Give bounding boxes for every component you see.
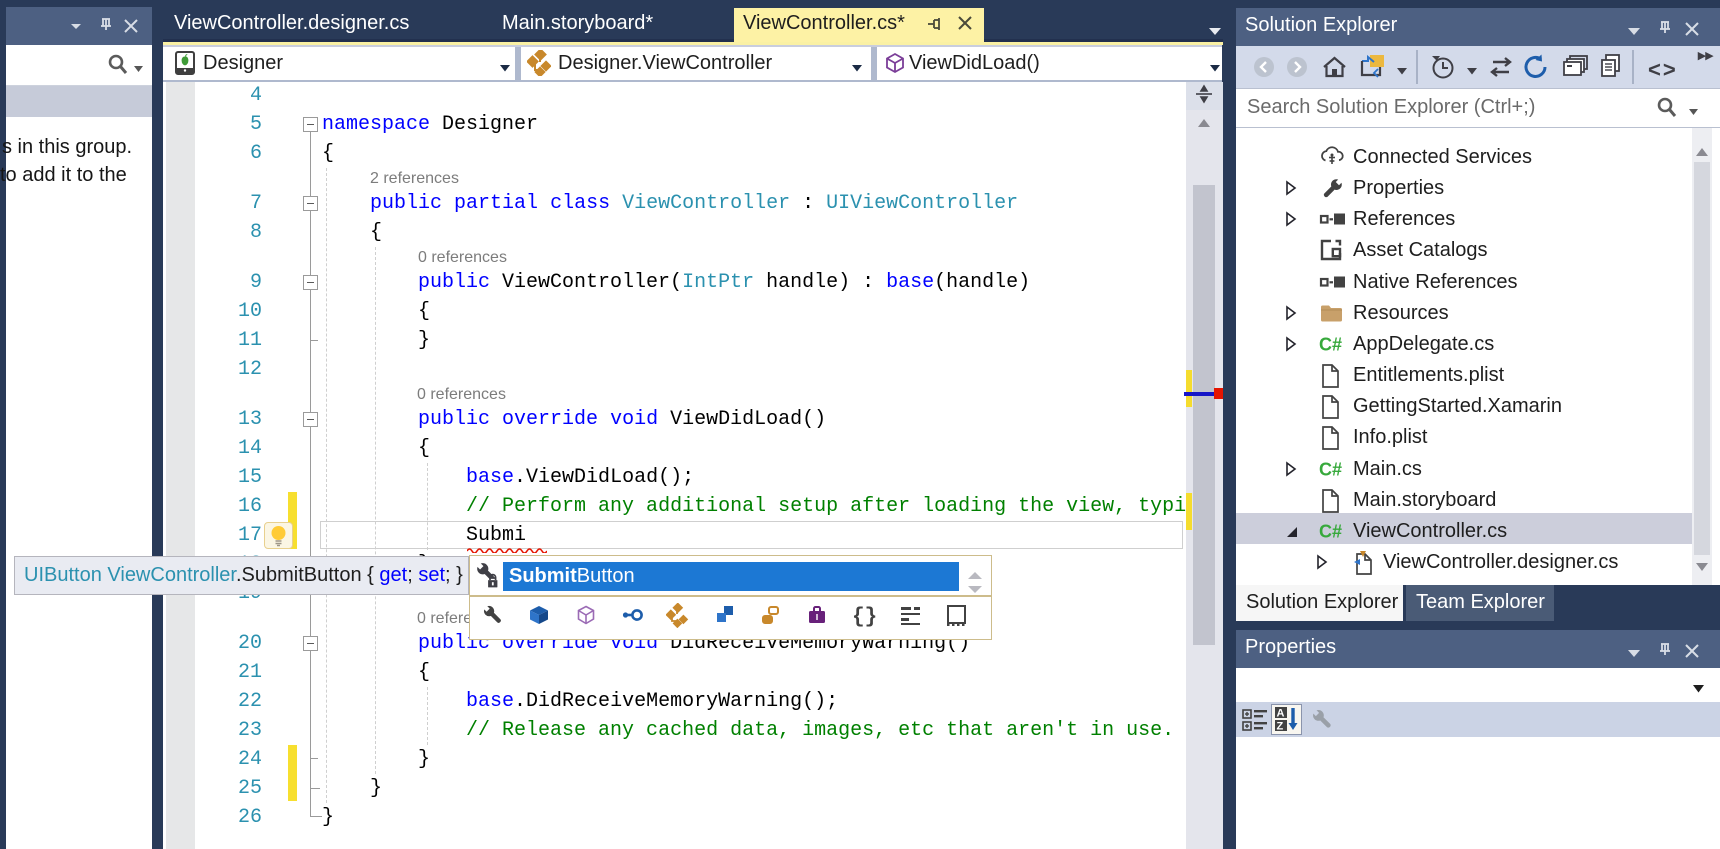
- svg-text:C#: C#: [1319, 459, 1342, 479]
- svg-text:A: A: [1277, 708, 1285, 720]
- svg-text:C#: C#: [1319, 521, 1342, 541]
- svg-text:Z: Z: [1277, 721, 1284, 733]
- svg-text:C#: C#: [1319, 334, 1342, 354]
- svg-text:{}: {}: [852, 606, 876, 628]
